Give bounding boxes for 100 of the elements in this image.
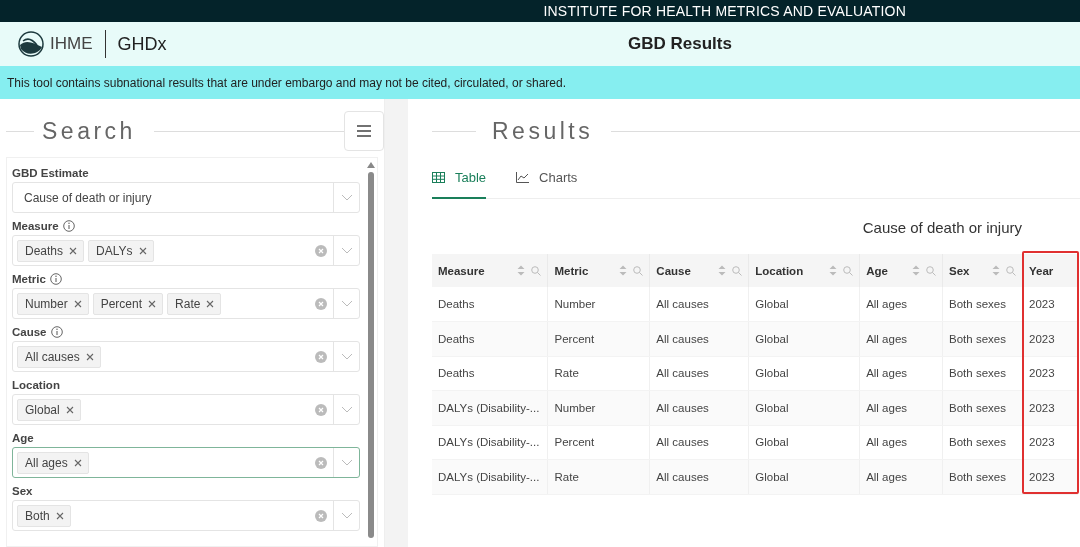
- embargo-notice: This tool contains subnational results that are under embargo and may not be cited, circulated, or shared.: [0, 66, 1080, 99]
- table-cell: Percent: [548, 425, 650, 460]
- remove-icon[interactable]: [138, 246, 147, 255]
- search-icon[interactable]: [926, 265, 937, 276]
- column-header[interactable]: Metric: [548, 254, 650, 287]
- product-name[interactable]: GHDx: [117, 33, 167, 55]
- column-header[interactable]: Measure: [432, 254, 548, 287]
- sort-icon[interactable]: [718, 265, 727, 276]
- multi-select-field[interactable]: Both: [12, 500, 361, 531]
- remove-icon[interactable]: [65, 405, 74, 414]
- table-cell: Both sexes: [942, 356, 1023, 391]
- table-cell: All ages: [859, 390, 943, 425]
- field-label: GBD Estimate: [12, 167, 89, 179]
- select-field[interactable]: Cause of death or injury: [12, 182, 361, 213]
- search-icon[interactable]: [633, 265, 644, 276]
- remove-icon[interactable]: [206, 299, 215, 308]
- clear-icon[interactable]: [315, 244, 328, 257]
- chevron-icon[interactable]: [340, 458, 353, 467]
- table-cell: Global: [748, 459, 860, 494]
- table-cell: 2023: [1022, 390, 1078, 425]
- remove-icon[interactable]: [148, 299, 157, 308]
- sort-icon[interactable]: [829, 265, 838, 276]
- chevron-icon[interactable]: [340, 193, 353, 202]
- remove-icon[interactable]: [73, 299, 82, 308]
- sort-icon[interactable]: [517, 265, 526, 276]
- chevron-icon[interactable]: [340, 511, 353, 520]
- table-cell: All ages: [859, 425, 943, 460]
- table-cell: All causes: [649, 459, 749, 494]
- field-label: Sex: [12, 485, 33, 497]
- menu-button[interactable]: [344, 111, 384, 151]
- remove-icon[interactable]: [55, 511, 64, 520]
- table-cell: Rate: [548, 459, 650, 494]
- search-icon[interactable]: [531, 265, 542, 276]
- table-cell: DALYs (Disability-...: [432, 459, 548, 494]
- table-cell: Both sexes: [942, 390, 1023, 425]
- sort-icon[interactable]: [992, 265, 1000, 276]
- table-cell: Both sexes: [942, 287, 1023, 322]
- sort-icon[interactable]: [912, 265, 921, 276]
- search-icon[interactable]: [1006, 265, 1016, 276]
- table-cell: Deaths: [432, 321, 548, 356]
- table-cell: 2023: [1022, 321, 1078, 356]
- chevron-icon[interactable]: [340, 405, 353, 414]
- table-cell: All causes: [649, 390, 749, 425]
- organization-title: INSTITUTE FOR HEALTH METRICS AND EVALUATION: [543, 3, 906, 19]
- table-cell: Global: [748, 321, 860, 356]
- table-icon: [432, 171, 445, 183]
- column-header[interactable]: Location: [748, 254, 860, 287]
- multi-select-field[interactable]: Number Percent Rate: [12, 288, 361, 319]
- chevron-icon[interactable]: [340, 352, 353, 361]
- table-cell: DALYs (Disability-...: [432, 425, 548, 460]
- remove-icon[interactable]: [85, 352, 94, 361]
- logo-icon: [18, 31, 44, 57]
- column-header[interactable]: Year: [1022, 254, 1078, 287]
- filter-tag[interactable]: Both: [17, 504, 71, 527]
- table-cell: All causes: [649, 356, 749, 391]
- filter-tag[interactable]: All ages: [17, 451, 89, 474]
- multi-select-field[interactable]: Global: [12, 394, 361, 425]
- multi-select-field[interactable]: Deaths DALYs: [12, 235, 361, 266]
- chevron-icon[interactable]: [340, 246, 353, 255]
- clear-icon[interactable]: [315, 297, 328, 310]
- table-cell: All causes: [649, 287, 749, 322]
- table-cell: Percent: [548, 321, 650, 356]
- clear-icon[interactable]: [315, 403, 328, 416]
- remove-icon[interactable]: [73, 458, 82, 467]
- search-icon[interactable]: [843, 265, 854, 276]
- table-cell: Deaths: [432, 356, 548, 391]
- tab[interactable]: Table: [432, 157, 487, 199]
- menu-icon: [356, 124, 372, 138]
- scroll-up-icon[interactable]: [367, 162, 375, 168]
- filter-tag[interactable]: Global: [17, 398, 81, 421]
- column-header[interactable]: Sex: [942, 254, 1023, 287]
- filter-tag[interactable]: Number: [17, 292, 89, 315]
- field-label: Measure: [12, 220, 59, 232]
- table-cell: Deaths: [432, 287, 548, 322]
- remove-icon[interactable]: [69, 246, 78, 255]
- field-label: Metric: [12, 273, 46, 285]
- line-chart-icon: [516, 171, 530, 183]
- filter-tag[interactable]: Percent: [92, 292, 164, 315]
- filter-tag[interactable]: DALYs: [88, 239, 154, 262]
- chevron-icon[interactable]: [340, 299, 353, 308]
- clear-icon[interactable]: [315, 350, 328, 363]
- clear-icon[interactable]: [315, 509, 328, 522]
- search-icon[interactable]: [732, 265, 743, 276]
- table-cell: Number: [548, 287, 650, 322]
- filter-tag[interactable]: All causes: [17, 345, 101, 368]
- info-icon: [50, 326, 63, 338]
- sort-icon[interactable]: [619, 265, 628, 276]
- table-cell: Global: [748, 356, 860, 391]
- filter-tag[interactable]: Rate: [167, 292, 222, 315]
- table-caption: Cause of death or injury: [861, 219, 1023, 236]
- column-header[interactable]: Age: [859, 254, 943, 287]
- table-cell: All ages: [859, 321, 943, 356]
- multi-select-field[interactable]: All causes: [12, 341, 361, 372]
- brand-name[interactable]: IHME: [50, 34, 93, 54]
- table-cell: All causes: [649, 321, 749, 356]
- filter-tag[interactable]: Deaths: [17, 239, 85, 262]
- multi-select-field[interactable]: All ages: [12, 447, 361, 478]
- column-header[interactable]: Cause: [649, 254, 749, 287]
- clear-icon[interactable]: [315, 456, 328, 469]
- tab[interactable]: Charts: [516, 157, 578, 199]
